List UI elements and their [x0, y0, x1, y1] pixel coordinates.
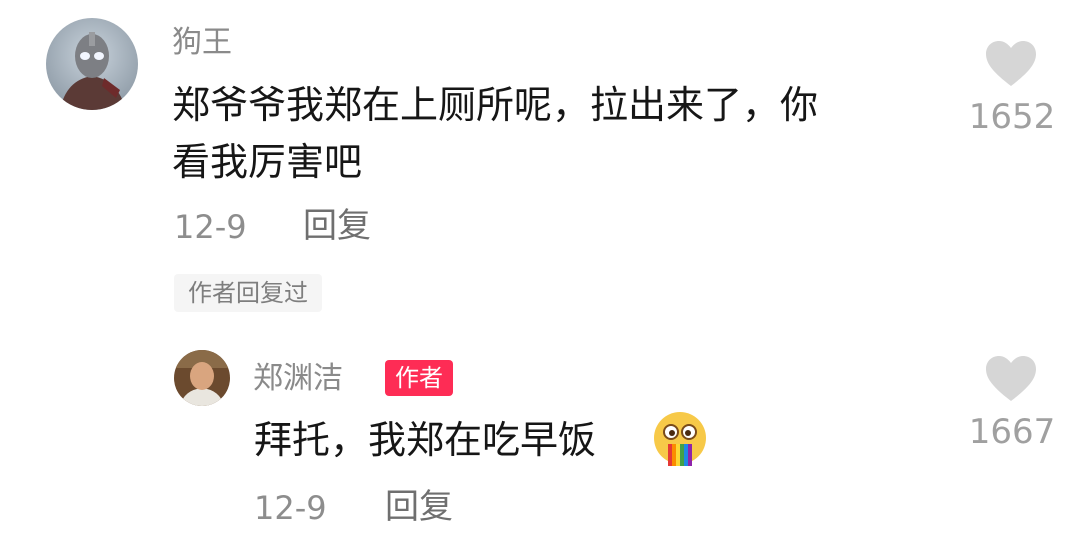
heart-icon: [986, 41, 1036, 86]
comment-text-line2: 看我厉害吧: [172, 140, 363, 184]
author-badge: 作者: [385, 360, 453, 396]
reply-date: 12-9: [254, 489, 327, 527]
like-count: 1652: [968, 97, 1056, 137]
reply-username[interactable]: 郑渊洁: [253, 359, 343, 399]
comment-text-line1: 郑爷爷我郑在上厕所呢，拉出来了，你: [172, 83, 819, 127]
rainbow-puke-emoji-icon: [652, 410, 708, 470]
reply-reply-button[interactable]: 回复: [385, 487, 453, 527]
reply-text: 拜托，我郑在吃早饭: [254, 418, 597, 462]
like-button[interactable]: [984, 40, 1038, 92]
comment-username[interactable]: 狗王: [172, 23, 232, 63]
reply-like-count: 1667: [968, 412, 1056, 452]
reply-button[interactable]: 回复: [303, 206, 371, 246]
reply-avatar[interactable]: [174, 350, 230, 406]
heart-icon: [986, 356, 1036, 401]
reply-like-button[interactable]: [984, 355, 1038, 407]
avatar[interactable]: [46, 18, 138, 110]
author-replied-tag[interactable]: 作者回复过: [174, 274, 322, 312]
comment-date: 12-9: [174, 208, 247, 246]
